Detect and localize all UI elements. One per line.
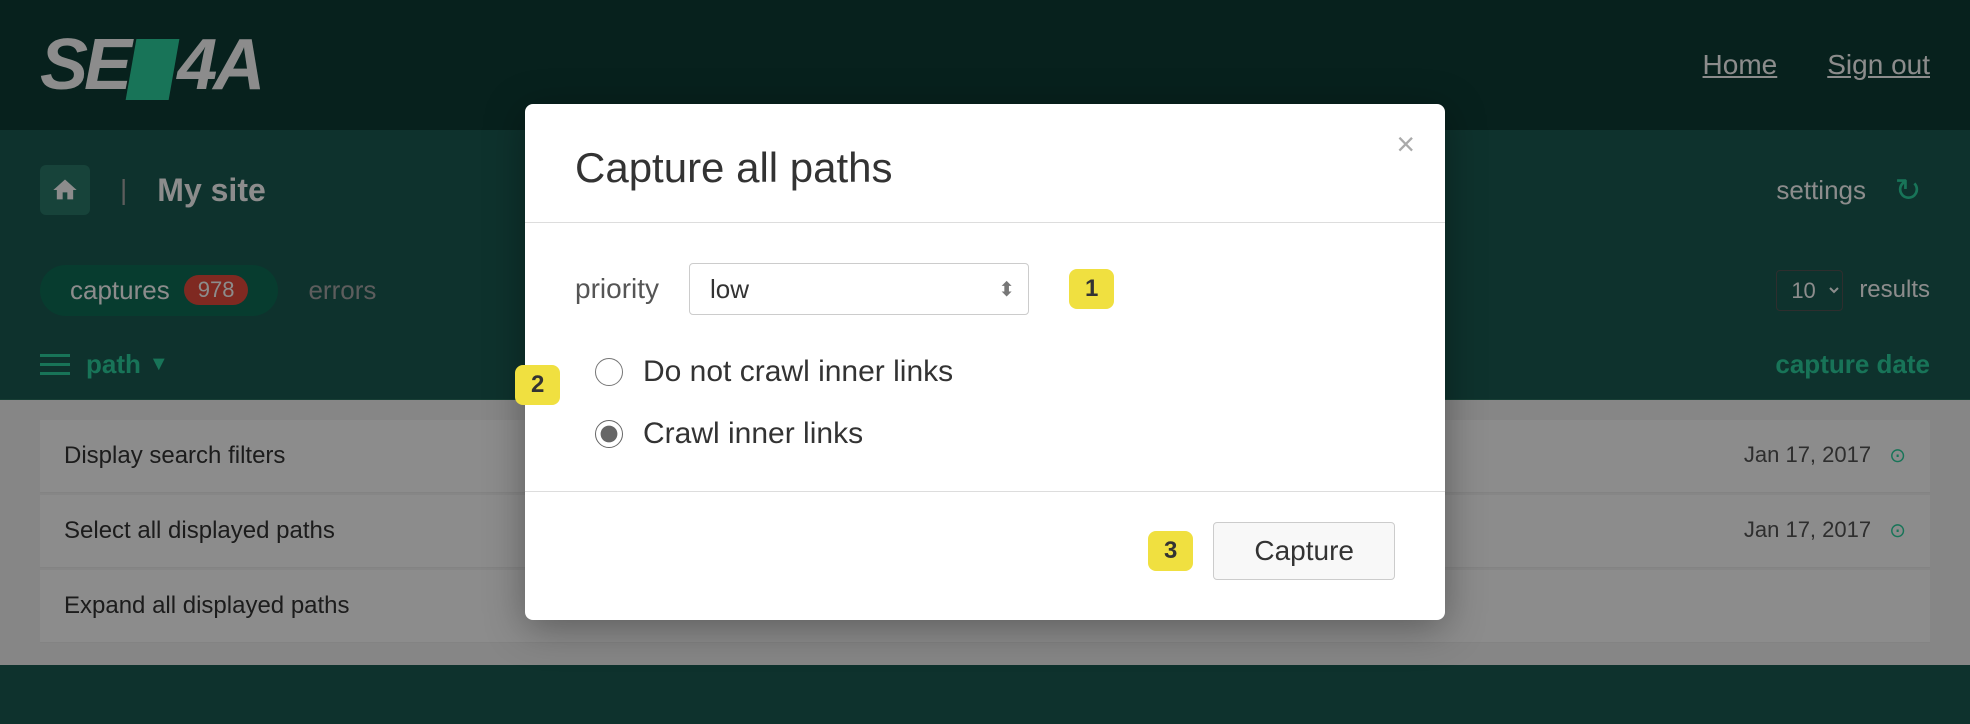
badge-1: 1: [1069, 269, 1114, 309]
modal-footer-divider: [525, 491, 1445, 492]
modal-footer: 3 Capture: [575, 522, 1395, 580]
radio-do-not-crawl[interactable]: Do not crawl inner links: [595, 355, 1395, 389]
modal: × Capture all paths priority low normal …: [525, 104, 1445, 620]
radio-crawl[interactable]: Crawl inner links: [595, 417, 1395, 451]
radio-crawl-label: Crawl inner links: [643, 417, 863, 451]
capture-button[interactable]: Capture: [1213, 522, 1395, 580]
modal-title: Capture all paths: [575, 144, 1395, 192]
badge-3: 3: [1148, 531, 1193, 571]
modal-divider: [525, 222, 1445, 223]
radio-do-not-crawl-input[interactable]: [595, 358, 623, 386]
priority-label: priority: [575, 273, 659, 305]
radio-group: 2 Do not crawl inner links Crawl inner l…: [595, 355, 1395, 451]
radio-crawl-input[interactable]: [595, 420, 623, 448]
badge-2: 2: [515, 365, 560, 405]
priority-select[interactable]: low normal high: [689, 263, 1029, 315]
modal-overlay: × Capture all paths priority low normal …: [0, 0, 1970, 724]
radio-do-not-crawl-label: Do not crawl inner links: [643, 355, 953, 389]
priority-select-wrap: low normal high ⬍: [689, 263, 1029, 315]
priority-row: priority low normal high ⬍ 1: [575, 263, 1395, 315]
modal-close-button[interactable]: ×: [1396, 128, 1415, 160]
